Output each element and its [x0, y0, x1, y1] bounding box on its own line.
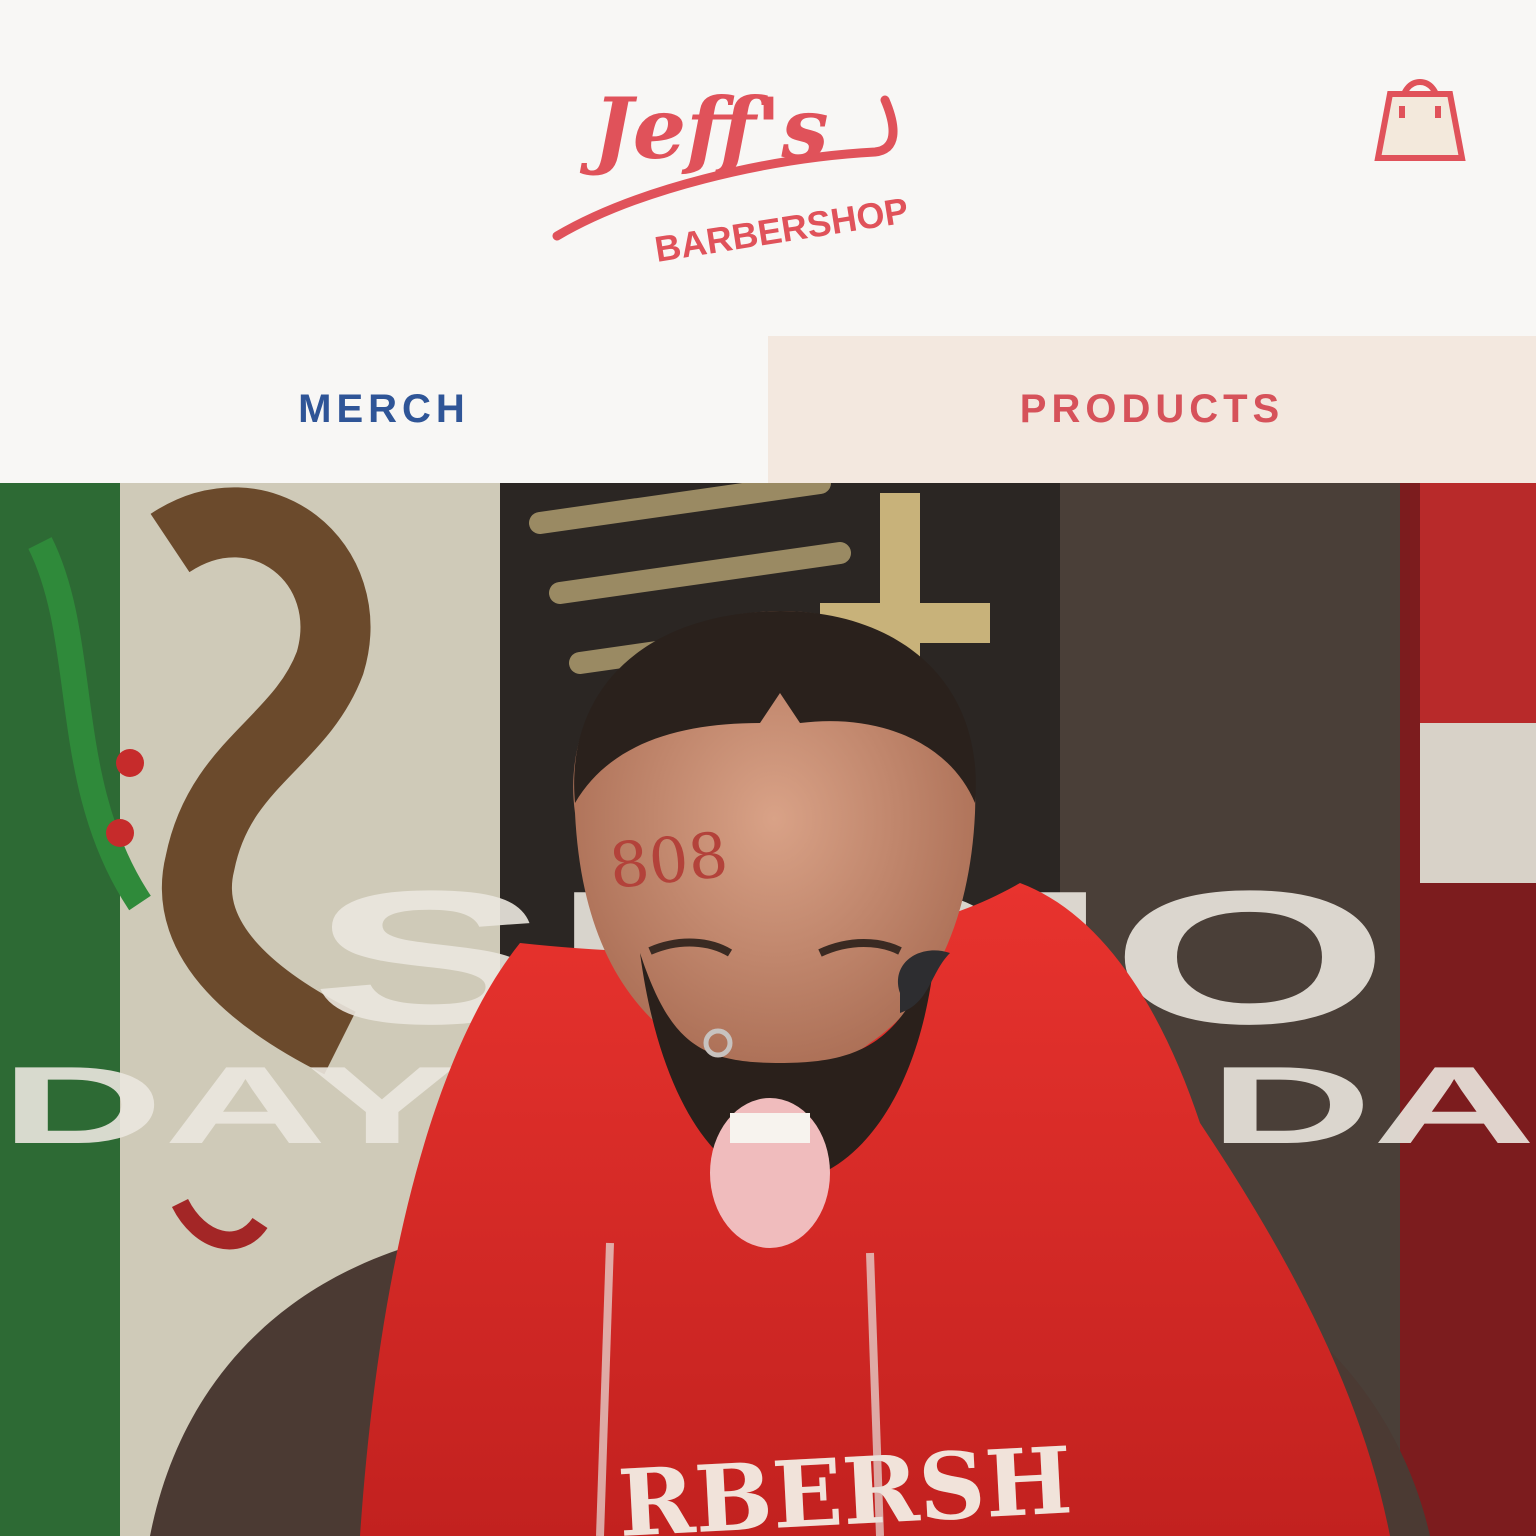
hero-image: SI RIO DAY OF OLDA RBERSH 808 [0, 483, 1536, 1536]
category-tabs: MERCH PRODUCTS [0, 336, 1536, 483]
tab-products[interactable]: PRODUCTS [768, 336, 1536, 483]
forehead-tattoo: 808 [606, 818, 731, 903]
tab-merch[interactable]: MERCH [0, 336, 768, 483]
site-logo[interactable]: Jeff's BARBERSHOP [545, 40, 915, 280]
logo-mark: Jeff's BARBERSHOP [552, 79, 911, 270]
shopping-bag-icon[interactable] [1372, 66, 1468, 170]
logo-sub-text: BARBERSHOP [652, 189, 911, 270]
site-header: Jeff's BARBERSHOP [0, 0, 1536, 336]
